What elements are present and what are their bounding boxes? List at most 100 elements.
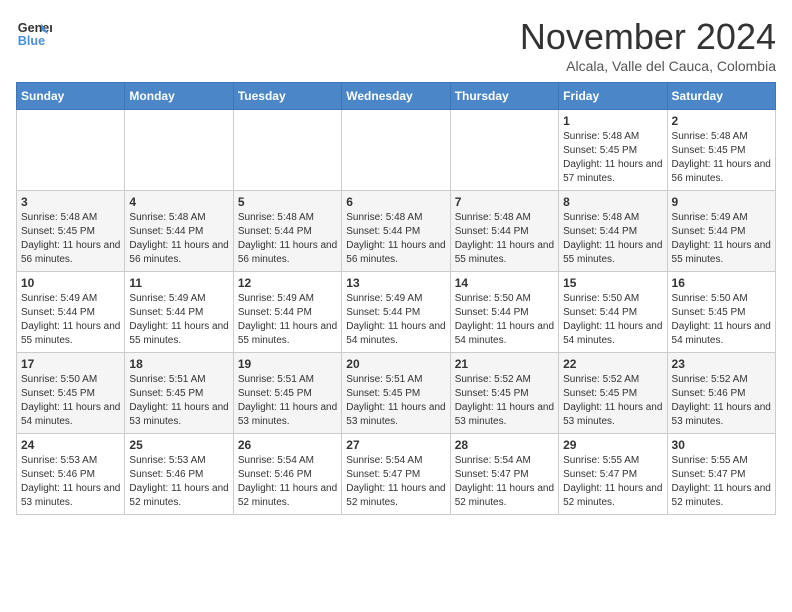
day-info: Sunrise: 5:51 AM Sunset: 5:45 PM Dayligh… — [129, 373, 228, 429]
day-info: Sunrise: 5:54 AM Sunset: 5:47 PM Dayligh… — [455, 454, 554, 510]
day-number: 12 — [238, 276, 337, 290]
day-number: 22 — [563, 357, 662, 371]
calendar-cell: 17Sunrise: 5:50 AM Sunset: 5:45 PM Dayli… — [17, 353, 125, 434]
calendar-cell: 12 Sunrise: 5:49 AM Sunset: 5:44 PM Dayli… — [233, 272, 341, 353]
calendar-cell: 4 Sunrise: 5:48 AM Sunset: 5:44 PM Daylig… — [125, 191, 233, 272]
day-number: 14 — [455, 276, 554, 290]
calendar-week-row: 10 Sunrise: 5:49 AM Sunset: 5:44 PM Dayli… — [17, 272, 776, 353]
calendar-cell: 29 Sunrise: 5:55 AM Sunset: 5:47 PM Dayli… — [559, 434, 667, 515]
calendar-week-row: 17Sunrise: 5:50 AM Sunset: 5:45 PM Dayli… — [17, 353, 776, 434]
calendar-cell: 22 Sunrise: 5:52 AM Sunset: 5:45 PM Dayli… — [559, 353, 667, 434]
day-info: Sunrise: 5:48 AM Sunset: 5:44 PM Dayligh… — [563, 211, 662, 267]
day-info: Sunrise: 5:48 AM Sunset: 5:44 PM Dayligh… — [346, 211, 445, 267]
calendar-cell — [342, 110, 450, 191]
day-info: Sunrise: 5:49 AM Sunset: 5:44 PM Dayligh… — [238, 292, 337, 348]
day-info: Sunrise: 5:55 AM Sunset: 5:47 PM Dayligh… — [563, 454, 662, 510]
day-info: Sunrise: 5:48 AM Sunset: 5:45 PM Dayligh… — [563, 130, 662, 186]
day-info: Sunrise: 5:50 AM Sunset: 5:45 PM Dayligh… — [21, 373, 120, 429]
calendar-cell: 20Sunrise: 5:51 AM Sunset: 5:45 PM Dayli… — [342, 353, 450, 434]
calendar-cell: 25 Sunrise: 5:53 AM Sunset: 5:46 PM Dayli… — [125, 434, 233, 515]
calendar-cell — [450, 110, 558, 191]
calendar-cell: 30 Sunrise: 5:55 AM Sunset: 5:47 PM Dayli… — [667, 434, 775, 515]
calendar-cell: 10 Sunrise: 5:49 AM Sunset: 5:44 PM Dayli… — [17, 272, 125, 353]
month-title: November 2024 — [520, 16, 776, 58]
calendar-cell: 6 Sunrise: 5:48 AM Sunset: 5:44 PM Daylig… — [342, 191, 450, 272]
calendar-day-header: Sunday — [17, 83, 125, 110]
location: Alcala, Valle del Cauca, Colombia — [520, 58, 776, 74]
calendar-cell: 28 Sunrise: 5:54 AM Sunset: 5:47 PM Dayli… — [450, 434, 558, 515]
calendar-cell: 19Sunrise: 5:51 AM Sunset: 5:45 PM Dayli… — [233, 353, 341, 434]
calendar-week-row: 3 Sunrise: 5:48 AM Sunset: 5:45 PM Daylig… — [17, 191, 776, 272]
calendar-day-header: Friday — [559, 83, 667, 110]
calendar-table: SundayMondayTuesdayWednesdayThursdayFrid… — [16, 82, 776, 515]
day-number: 27 — [346, 438, 445, 452]
day-info: Sunrise: 5:52 AM Sunset: 5:45 PM Dayligh… — [455, 373, 554, 429]
day-number: 11 — [129, 276, 228, 290]
day-info: Sunrise: 5:48 AM Sunset: 5:45 PM Dayligh… — [21, 211, 120, 267]
day-info: Sunrise: 5:54 AM Sunset: 5:47 PM Dayligh… — [346, 454, 445, 510]
calendar-cell: 3 Sunrise: 5:48 AM Sunset: 5:45 PM Daylig… — [17, 191, 125, 272]
logo-icon: General Blue — [16, 16, 52, 52]
calendar-cell: 1 Sunrise: 5:48 AM Sunset: 5:45 PM Daylig… — [559, 110, 667, 191]
calendar-cell — [125, 110, 233, 191]
day-number: 3 — [21, 195, 120, 209]
calendar-cell: 26Sunrise: 5:54 AM Sunset: 5:46 PM Dayli… — [233, 434, 341, 515]
day-info: Sunrise: 5:52 AM Sunset: 5:45 PM Dayligh… — [563, 373, 662, 429]
calendar-cell: 27 Sunrise: 5:54 AM Sunset: 5:47 PM Dayli… — [342, 434, 450, 515]
calendar-week-row: 1 Sunrise: 5:48 AM Sunset: 5:45 PM Daylig… — [17, 110, 776, 191]
day-number: 2 — [672, 114, 771, 128]
calendar-cell: 5Sunrise: 5:48 AM Sunset: 5:44 PM Daylig… — [233, 191, 341, 272]
calendar-cell: 23 Sunrise: 5:52 AM Sunset: 5:46 PM Dayli… — [667, 353, 775, 434]
day-info: Sunrise: 5:48 AM Sunset: 5:45 PM Dayligh… — [672, 130, 771, 186]
day-number: 10 — [21, 276, 120, 290]
day-number: 15 — [563, 276, 662, 290]
day-number: 28 — [455, 438, 554, 452]
day-number: 21 — [455, 357, 554, 371]
day-number: 23 — [672, 357, 771, 371]
calendar-cell: 7Sunrise: 5:48 AM Sunset: 5:44 PM Daylig… — [450, 191, 558, 272]
calendar-day-header: Thursday — [450, 83, 558, 110]
calendar-cell: 2 Sunrise: 5:48 AM Sunset: 5:45 PM Daylig… — [667, 110, 775, 191]
day-number: 13 — [346, 276, 445, 290]
day-number: 5 — [238, 195, 337, 209]
calendar-cell: 14 Sunrise: 5:50 AM Sunset: 5:44 PM Dayli… — [450, 272, 558, 353]
logo: General Blue — [16, 16, 52, 52]
calendar-cell: 16Sunrise: 5:50 AM Sunset: 5:45 PM Dayli… — [667, 272, 775, 353]
day-info: Sunrise: 5:52 AM Sunset: 5:46 PM Dayligh… — [672, 373, 771, 429]
day-info: Sunrise: 5:50 AM Sunset: 5:45 PM Dayligh… — [672, 292, 771, 348]
calendar-cell — [17, 110, 125, 191]
day-info: Sunrise: 5:49 AM Sunset: 5:44 PM Dayligh… — [346, 292, 445, 348]
day-info: Sunrise: 5:54 AM Sunset: 5:46 PM Dayligh… — [238, 454, 337, 510]
day-info: Sunrise: 5:50 AM Sunset: 5:44 PM Dayligh… — [563, 292, 662, 348]
calendar-cell: 18 Sunrise: 5:51 AM Sunset: 5:45 PM Dayli… — [125, 353, 233, 434]
calendar-cell: 13 Sunrise: 5:49 AM Sunset: 5:44 PM Dayli… — [342, 272, 450, 353]
day-info: Sunrise: 5:55 AM Sunset: 5:47 PM Dayligh… — [672, 454, 771, 510]
day-number: 18 — [129, 357, 228, 371]
day-number: 4 — [129, 195, 228, 209]
day-number: 30 — [672, 438, 771, 452]
day-number: 7 — [455, 195, 554, 209]
day-number: 9 — [672, 195, 771, 209]
calendar-cell: 15 Sunrise: 5:50 AM Sunset: 5:44 PM Dayli… — [559, 272, 667, 353]
day-number: 6 — [346, 195, 445, 209]
day-number: 1 — [563, 114, 662, 128]
day-info: Sunrise: 5:53 AM Sunset: 5:46 PM Dayligh… — [129, 454, 228, 510]
day-info: Sunrise: 5:53 AM Sunset: 5:46 PM Dayligh… — [21, 454, 120, 510]
calendar-header-row: SundayMondayTuesdayWednesdayThursdayFrid… — [17, 83, 776, 110]
title-block: November 2024 Alcala, Valle del Cauca, C… — [520, 16, 776, 74]
day-info: Sunrise: 5:48 AM Sunset: 5:44 PM Dayligh… — [129, 211, 228, 267]
day-number: 29 — [563, 438, 662, 452]
day-number: 20 — [346, 357, 445, 371]
svg-text:Blue: Blue — [18, 34, 45, 48]
day-info: Sunrise: 5:50 AM Sunset: 5:44 PM Dayligh… — [455, 292, 554, 348]
day-number: 25 — [129, 438, 228, 452]
day-info: Sunrise: 5:49 AM Sunset: 5:44 PM Dayligh… — [21, 292, 120, 348]
day-number: 24 — [21, 438, 120, 452]
day-number: 19 — [238, 357, 337, 371]
page-header: General Blue November 2024 Alcala, Valle… — [16, 16, 776, 74]
calendar-cell: 21 Sunrise: 5:52 AM Sunset: 5:45 PM Dayli… — [450, 353, 558, 434]
calendar-cell — [233, 110, 341, 191]
calendar-week-row: 24 Sunrise: 5:53 AM Sunset: 5:46 PM Dayli… — [17, 434, 776, 515]
calendar-day-header: Monday — [125, 83, 233, 110]
calendar-cell: 9Sunrise: 5:49 AM Sunset: 5:44 PM Daylig… — [667, 191, 775, 272]
